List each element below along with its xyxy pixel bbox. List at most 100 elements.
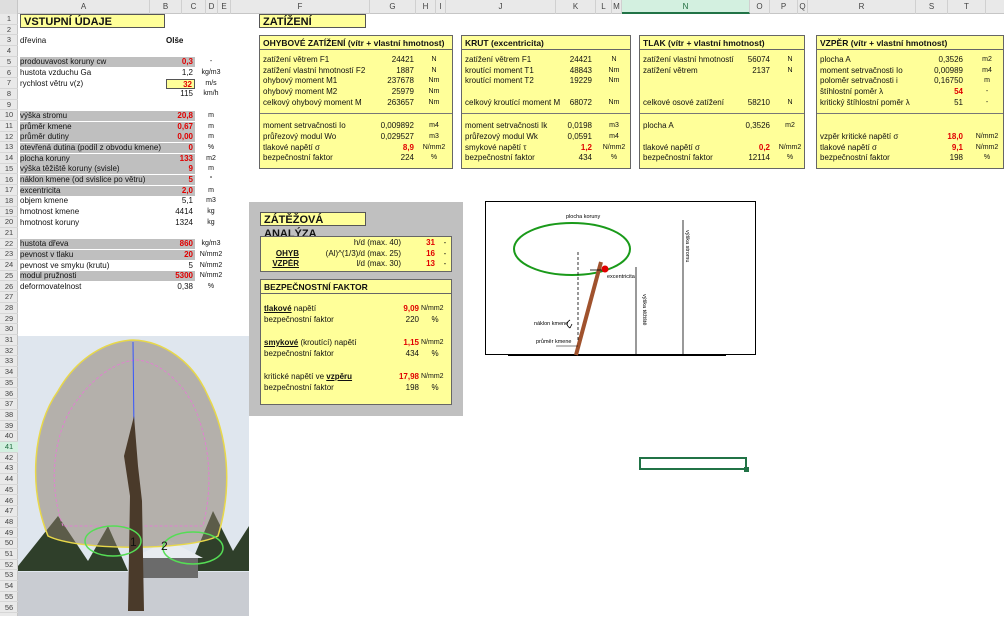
row-header-48[interactable]: 48 <box>0 517 18 528</box>
row-header-8[interactable]: 8 <box>0 89 18 100</box>
row-header-28[interactable]: 28 <box>0 303 18 314</box>
vzper-row-value[interactable]: 0,3526 <box>903 55 963 65</box>
row-header-40[interactable]: 40 <box>0 431 18 442</box>
row-header-30[interactable]: 30 <box>0 324 18 335</box>
row-header-11[interactable]: 11 <box>0 121 18 132</box>
ohyb-row-value[interactable]: 25979 <box>354 87 414 97</box>
ohyb-row-value[interactable]: 1887 <box>354 66 414 76</box>
vstup-value[interactable]: 860 <box>158 239 195 249</box>
column-header-p[interactable]: P <box>770 0 798 14</box>
krut-row-value[interactable]: 48843 <box>532 66 592 76</box>
row-header-22[interactable]: 22 <box>0 239 18 250</box>
row-header-49[interactable]: 49 <box>0 528 18 539</box>
column-header-t[interactable]: T <box>948 0 986 14</box>
vstup-value[interactable]: 133 <box>158 154 195 164</box>
column-header-c[interactable]: C <box>182 0 206 14</box>
column-header-s[interactable]: S <box>916 0 948 14</box>
row-header-33[interactable]: 33 <box>0 356 18 368</box>
row-header-14[interactable]: 14 <box>0 153 18 164</box>
bf-factor-value[interactable]: 198 <box>385 383 419 393</box>
row-header-45[interactable]: 45 <box>0 485 18 496</box>
row-header-54[interactable]: 54 <box>0 581 18 592</box>
krut-row-value[interactable]: 24421 <box>532 55 592 65</box>
vstup-value[interactable]: 1324 <box>158 218 195 228</box>
row-header-18[interactable]: 18 <box>0 196 18 207</box>
row-header-23[interactable]: 23 <box>0 249 18 261</box>
vstup-value[interactable]: 0,3 <box>158 57 195 67</box>
row-header-12[interactable]: 12 <box>0 132 18 143</box>
vstup-value[interactable]: 0,38 <box>158 282 195 292</box>
ohyb-row-value[interactable]: 0,029527 <box>354 132 414 142</box>
vstup-value[interactable]: 5300 <box>158 271 195 281</box>
vzper-row-value[interactable]: 0,16750 <box>903 76 963 86</box>
analyza-ratio-value[interactable]: 13 <box>401 259 435 269</box>
worksheet-grid[interactable]: VSTUPNÍ ÚDAJE dřevina Olše prodouvavost … <box>18 14 1004 616</box>
analyza-ratio-value[interactable]: 31 <box>401 238 435 248</box>
column-header-b[interactable]: B <box>150 0 182 14</box>
row-header-13[interactable]: 13 <box>0 142 18 154</box>
vzper-row-value[interactable]: 51 <box>903 98 963 108</box>
vstup-value[interactable] <box>158 229 195 239</box>
row-header-25[interactable]: 25 <box>0 271 18 282</box>
row-header-2[interactable]: 2 <box>0 25 18 36</box>
row-header-34[interactable]: 34 <box>0 367 18 378</box>
vzper-row-value[interactable]: 18,0 <box>903 132 963 142</box>
row-header-47[interactable]: 47 <box>0 506 18 517</box>
row-header-31[interactable]: 31 <box>0 335 18 346</box>
vzper-row-value[interactable]: 198 <box>903 153 963 163</box>
vstup-value[interactable]: 32 <box>166 78 195 89</box>
tlak-row-value[interactable]: 12114 <box>710 153 770 163</box>
tlak-row-value[interactable]: 0,3526 <box>710 121 770 131</box>
tlak-row-value[interactable]: 2137 <box>710 66 770 76</box>
column-header-j[interactable]: J <box>446 0 556 14</box>
krut-row-value[interactable]: 0,0591 <box>532 132 592 142</box>
tlak-row-value[interactable]: 58210 <box>710 98 770 108</box>
column-header-f[interactable]: F <box>231 0 370 14</box>
vstup-value[interactable]: 2,0 <box>158 186 195 196</box>
ohyb-row-value[interactable]: 224 <box>354 153 414 163</box>
tlak-row-value[interactable]: 0,2 <box>710 143 770 153</box>
column-header-n[interactable]: N <box>622 0 750 14</box>
row-header-53[interactable]: 53 <box>0 570 18 582</box>
row-header-36[interactable]: 36 <box>0 389 18 400</box>
vstup-value[interactable]: 0,00 <box>158 132 195 142</box>
vstup-value[interactable]: 9 <box>158 164 195 174</box>
vzper-row-value[interactable]: 9,1 <box>903 143 963 153</box>
row-header-26[interactable]: 26 <box>0 282 18 293</box>
tlak-row-value[interactable]: 56074 <box>710 55 770 65</box>
active-cell-selection[interactable] <box>639 457 747 470</box>
krut-row-value[interactable]: 1,2 <box>532 143 592 153</box>
row-header-52[interactable]: 52 <box>0 560 18 571</box>
row-header-7[interactable]: 7 <box>0 78 18 89</box>
vstup-value[interactable]: 115 <box>158 89 195 99</box>
bf-factor-value[interactable]: 434 <box>385 349 419 359</box>
vstup-value[interactable]: 0 <box>158 143 195 153</box>
vstup-value[interactable]: 5 <box>158 261 195 271</box>
row-header-37[interactable]: 37 <box>0 399 18 410</box>
vzper-row-value[interactable]: 54 <box>903 87 963 97</box>
row-header-43[interactable]: 43 <box>0 463 18 475</box>
bf-stress-value[interactable]: 9,09 <box>385 304 419 314</box>
column-header-g[interactable]: G <box>370 0 416 14</box>
row-header-1[interactable]: 1 <box>0 14 18 25</box>
column-header-m[interactable]: M <box>612 0 622 14</box>
bf-stress-value[interactable]: 17,98 <box>385 372 419 382</box>
row-header-4[interactable]: 4 <box>0 46 18 57</box>
column-header-d[interactable]: D <box>206 0 218 14</box>
column-header-q[interactable]: Q <box>798 0 808 14</box>
row-header-10[interactable]: 10 <box>0 110 18 121</box>
row-header-56[interactable]: 56 <box>0 603 18 614</box>
vstup-value[interactable]: 5,1 <box>158 196 195 206</box>
row-header-42[interactable]: 42 <box>0 453 18 464</box>
row-header-35[interactable]: 35 <box>0 378 18 389</box>
column-header-e[interactable]: E <box>218 0 231 14</box>
ohyb-row-value[interactable]: 237678 <box>354 76 414 86</box>
krut-row-value[interactable]: 19229 <box>532 76 592 86</box>
vzper-row-value[interactable]: 0,00989 <box>903 66 963 76</box>
row-header-39[interactable]: 39 <box>0 421 18 432</box>
row-header-55[interactable]: 55 <box>0 592 18 603</box>
row-header-44[interactable]: 44 <box>0 474 18 485</box>
vstup-value[interactable]: 20 <box>158 250 195 260</box>
column-header-r[interactable]: R <box>808 0 916 14</box>
row-header-3[interactable]: 3 <box>0 35 18 47</box>
